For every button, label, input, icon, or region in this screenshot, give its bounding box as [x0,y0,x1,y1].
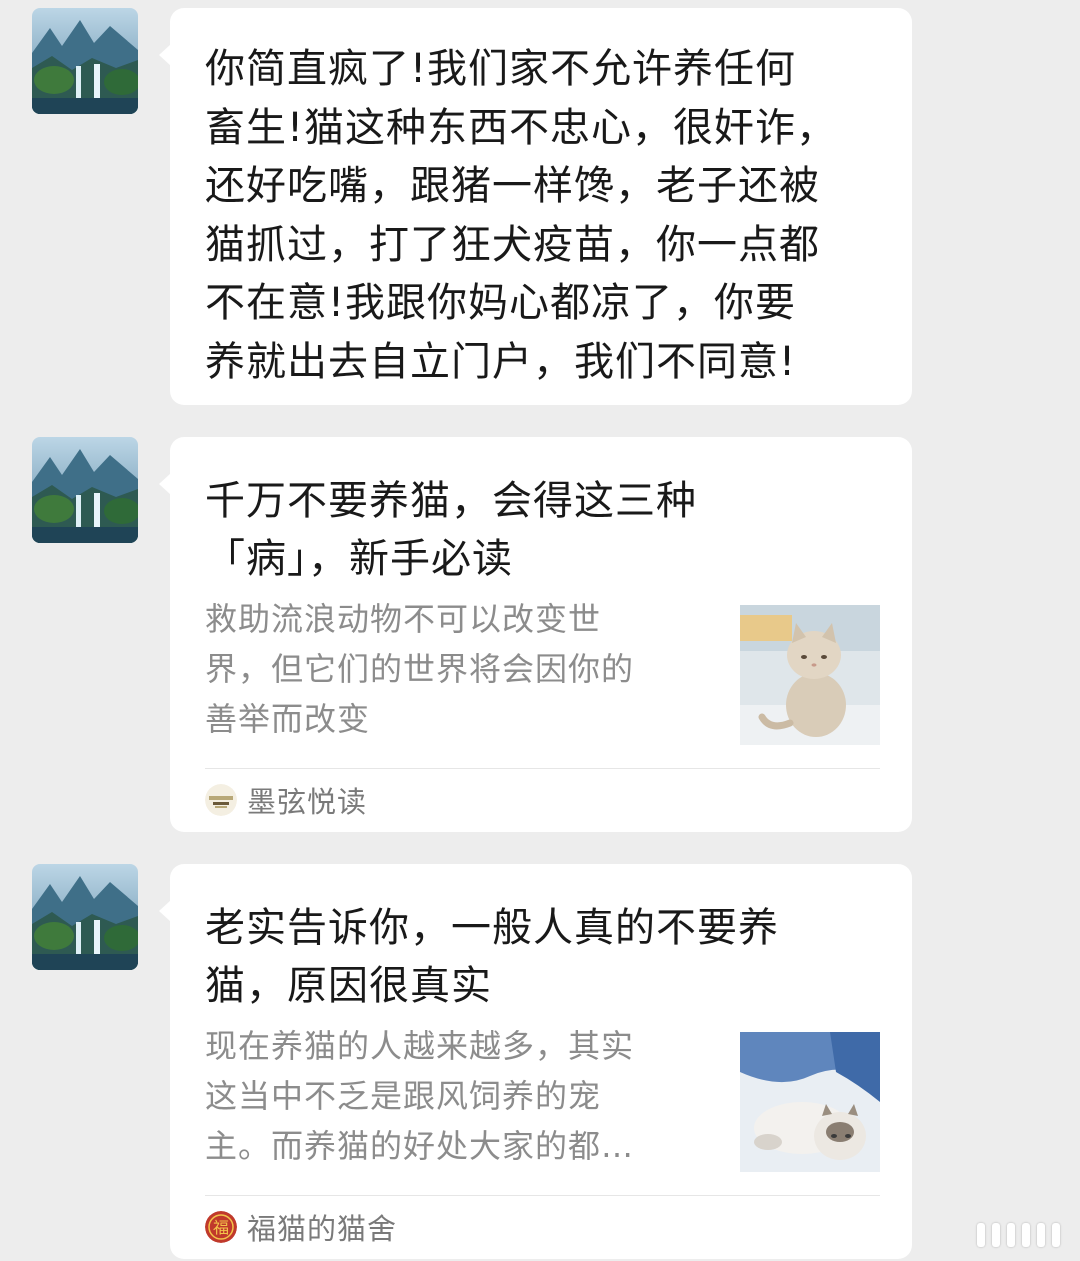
link-card[interactable]: 千万不要养猫，会得这三种 「病」，新手必读 救助流浪动物不可以改变世 界，但它们… [159,437,912,832]
landscape-avatar-icon [32,437,138,543]
card-description: 现在养猫的人越来越多，其实 这当中不乏是跟风饲养的宠 主。而养猫的好处大家的都… [205,1027,635,1165]
source-name: 墨弦悦读 [247,785,368,819]
card-title: 老实告诉你，一般人真的不要养 猫，原因很真实 [205,905,779,1009]
lying-cat-photo [740,1032,880,1172]
card-description: 救助流浪动物不可以改变世 界，但它们的世界将会因你的 善举而改变 [205,600,635,738]
card-title: 千万不要养猫，会得这三种 「病」，新手必读 [205,478,697,582]
message-text: 你简直疯了!我们家不允许养任何 畜生!猫这种东西不忠心，很奸诈， 还好吃嘴，跟猪… [205,46,838,385]
avatar[interactable] [32,864,138,970]
card-divider [205,1195,880,1196]
card-source: 墨弦悦读 [205,780,367,820]
sitting-cat-photo [740,605,880,745]
message-bubble[interactable]: 你简直疯了!我们家不允许养任何 畜生!猫这种东西不忠心，很奸诈， 还好吃嘴，跟猪… [159,8,912,405]
link-card[interactable]: 老实告诉你，一般人真的不要养 猫，原因很真实 现在养猫的人越来越多，其实 这当中… [159,864,912,1259]
landscape-avatar-icon [32,8,138,114]
source-name: 福猫的猫舍 [247,1212,398,1246]
avatar[interactable] [32,8,138,114]
svg-text:福: 福 [213,1218,229,1237]
avatar[interactable] [32,437,138,543]
moxian-logo-icon [205,784,237,816]
card-source: 福 福猫的猫舍 [205,1207,397,1247]
fu-logo-icon: 福 [205,1211,237,1243]
card-divider [205,768,880,769]
landscape-avatar-icon [32,864,138,970]
watermark-bars [977,1223,1060,1247]
